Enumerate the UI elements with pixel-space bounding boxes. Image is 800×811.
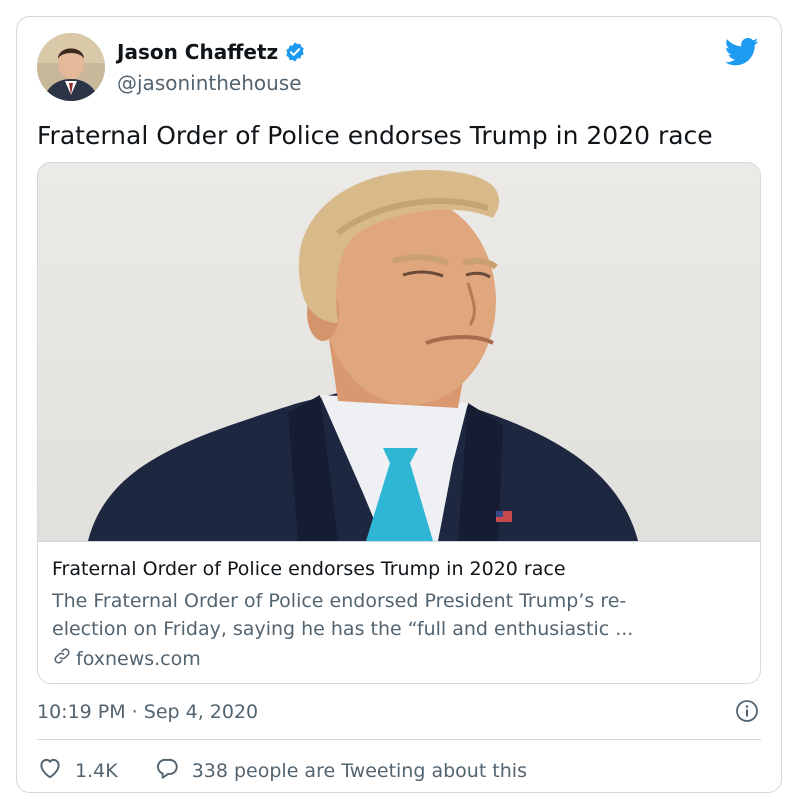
card-domain[interactable]: foxnews.com bbox=[52, 646, 201, 671]
author-name[interactable]: Jason Chaffetz bbox=[117, 40, 278, 64]
heart-icon bbox=[37, 755, 63, 786]
info-icon[interactable] bbox=[735, 699, 759, 723]
twitter-bird-icon[interactable] bbox=[724, 37, 759, 67]
card-title[interactable]: Fraternal Order of Police endorses Trump… bbox=[52, 558, 566, 580]
link-card[interactable]: Fraternal Order of Police endorses Trump… bbox=[37, 162, 761, 684]
tweet-embed[interactable]: Jason Chaffetz @jasoninthehouse Fraterna… bbox=[16, 16, 782, 793]
tweet-actions: 1.4K 338 people are Tweeting about this bbox=[37, 755, 527, 786]
card-description-line: The Fraternal Order of Police endorsed P… bbox=[52, 590, 627, 612]
card-description-line: election on Friday, saying he has the “f… bbox=[52, 618, 634, 640]
avatar[interactable] bbox=[37, 33, 105, 101]
divider bbox=[37, 739, 761, 740]
reply-text[interactable]: 338 people are Tweeting about this bbox=[192, 760, 527, 782]
like-count: 1.4K bbox=[75, 759, 118, 782]
card-image[interactable] bbox=[38, 163, 760, 541]
tweet-timestamp[interactable]: 10:19 PM · Sep 4, 2020 bbox=[37, 701, 258, 723]
card-description: The Fraternal Order of Police endorsed P… bbox=[52, 587, 742, 643]
tweet-text: Fraternal Order of Police endorses Trump… bbox=[37, 121, 713, 150]
verified-badge-icon bbox=[284, 41, 306, 63]
reply-bubble-icon bbox=[154, 755, 180, 786]
reply-button[interactable]: 338 people are Tweeting about this bbox=[154, 755, 527, 786]
link-icon bbox=[52, 646, 72, 671]
author-handle[interactable]: @jasoninthehouse bbox=[117, 71, 302, 95]
card-domain-text[interactable]: foxnews.com bbox=[76, 648, 201, 670]
like-button[interactable]: 1.4K bbox=[37, 755, 118, 786]
card-body[interactable]: Fraternal Order of Police endorses Trump… bbox=[38, 541, 760, 683]
